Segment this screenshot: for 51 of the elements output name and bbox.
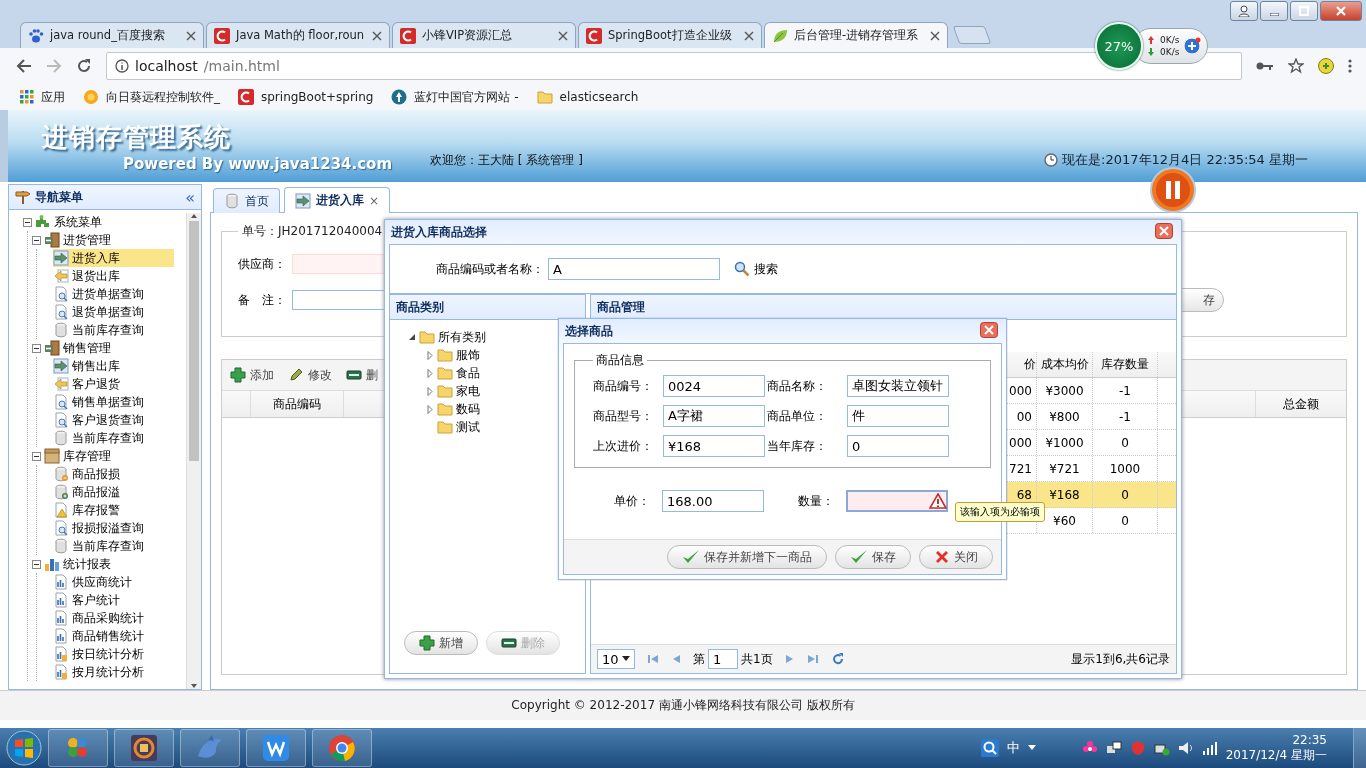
field-label: 商品名称： [767, 377, 828, 395]
table-cell: -1 [1119, 409, 1131, 424]
clock-time: 22:35 [1292, 733, 1327, 748]
table-cell-text: 000 [1009, 435, 1033, 450]
column-header: 库存数量 [1093, 352, 1158, 377]
column-header: 商品编码 [251, 391, 344, 417]
page-summary: 显示1到6,共6记录 [1071, 650, 1170, 668]
page-total: 共1页 [741, 650, 773, 668]
welcome-text: 欢迎您：王大陆 [ 系统管理 ] [430, 152, 583, 169]
table-cell: ¥800 [1049, 409, 1080, 424]
order-number: 单号：JH201712040004 [241, 223, 384, 240]
table-cell: ¥3000 [1045, 383, 1084, 398]
dialog-title: 进货入库商品选择 [391, 223, 487, 241]
table-cell: ¥1000 [1045, 435, 1084, 450]
powered-by: Powered By www.java1234.com [123, 155, 393, 173]
panel-legend: 商品信息 [593, 352, 647, 369]
table-cell-text: 721 [1009, 461, 1033, 476]
field-label: 上次进价： [593, 437, 654, 455]
validation-tooltip: 该输入项为必输项 [955, 502, 1045, 522]
field-label: 备 注： [238, 291, 286, 309]
table-cell: ¥168 [1049, 487, 1080, 502]
clock-text: 现在是:2017年12月4日 22:35:54 星期一 [1062, 151, 1308, 169]
field-label: 数量： [798, 492, 834, 510]
table-cell: ¥60 [1053, 513, 1076, 528]
field-label: 商品编号： [593, 377, 654, 395]
table-cell: -1 [1119, 383, 1131, 398]
clock-date: 2017/12/4 星期一 [1225, 748, 1327, 763]
table-cell: 0 [1121, 435, 1129, 450]
panel-title: 商品类别 [390, 295, 585, 320]
table-cell: 0 [1121, 513, 1129, 528]
dialog-title: 选择商品 [565, 322, 613, 340]
column-header: 成本均价 [1037, 352, 1093, 377]
table-cell: ¥721 [1049, 461, 1080, 476]
panel-title: 商品管理 [591, 295, 1176, 320]
field-label: 商品编码或者名称： [436, 260, 544, 278]
field-label: 供应商： [238, 255, 286, 273]
field-label: 商品型号： [593, 407, 654, 425]
field-label: 当年库存： [767, 437, 828, 455]
table-cell: 0 [1121, 487, 1129, 502]
app-title: 进销存管理系统 [42, 121, 232, 154]
upload-speed: 0K/s [1160, 35, 1180, 45]
page-label: 第 [693, 650, 705, 668]
table-cell-text: 00 [1016, 409, 1033, 424]
table-cell-text: 000 [1009, 383, 1033, 398]
table-cell: 1000 [1109, 461, 1141, 476]
copyright-text: Copyright © 2012-2017 南通小锋网络科技有限公司 版权所有 [511, 697, 855, 714]
field-label: 单价： [614, 492, 650, 510]
table-cell-text: 68 [1016, 487, 1033, 502]
field-label: 商品单位： [767, 407, 828, 425]
panel-title: 导航菜单 [35, 188, 83, 206]
column-header: 总金额 [1282, 395, 1320, 413]
